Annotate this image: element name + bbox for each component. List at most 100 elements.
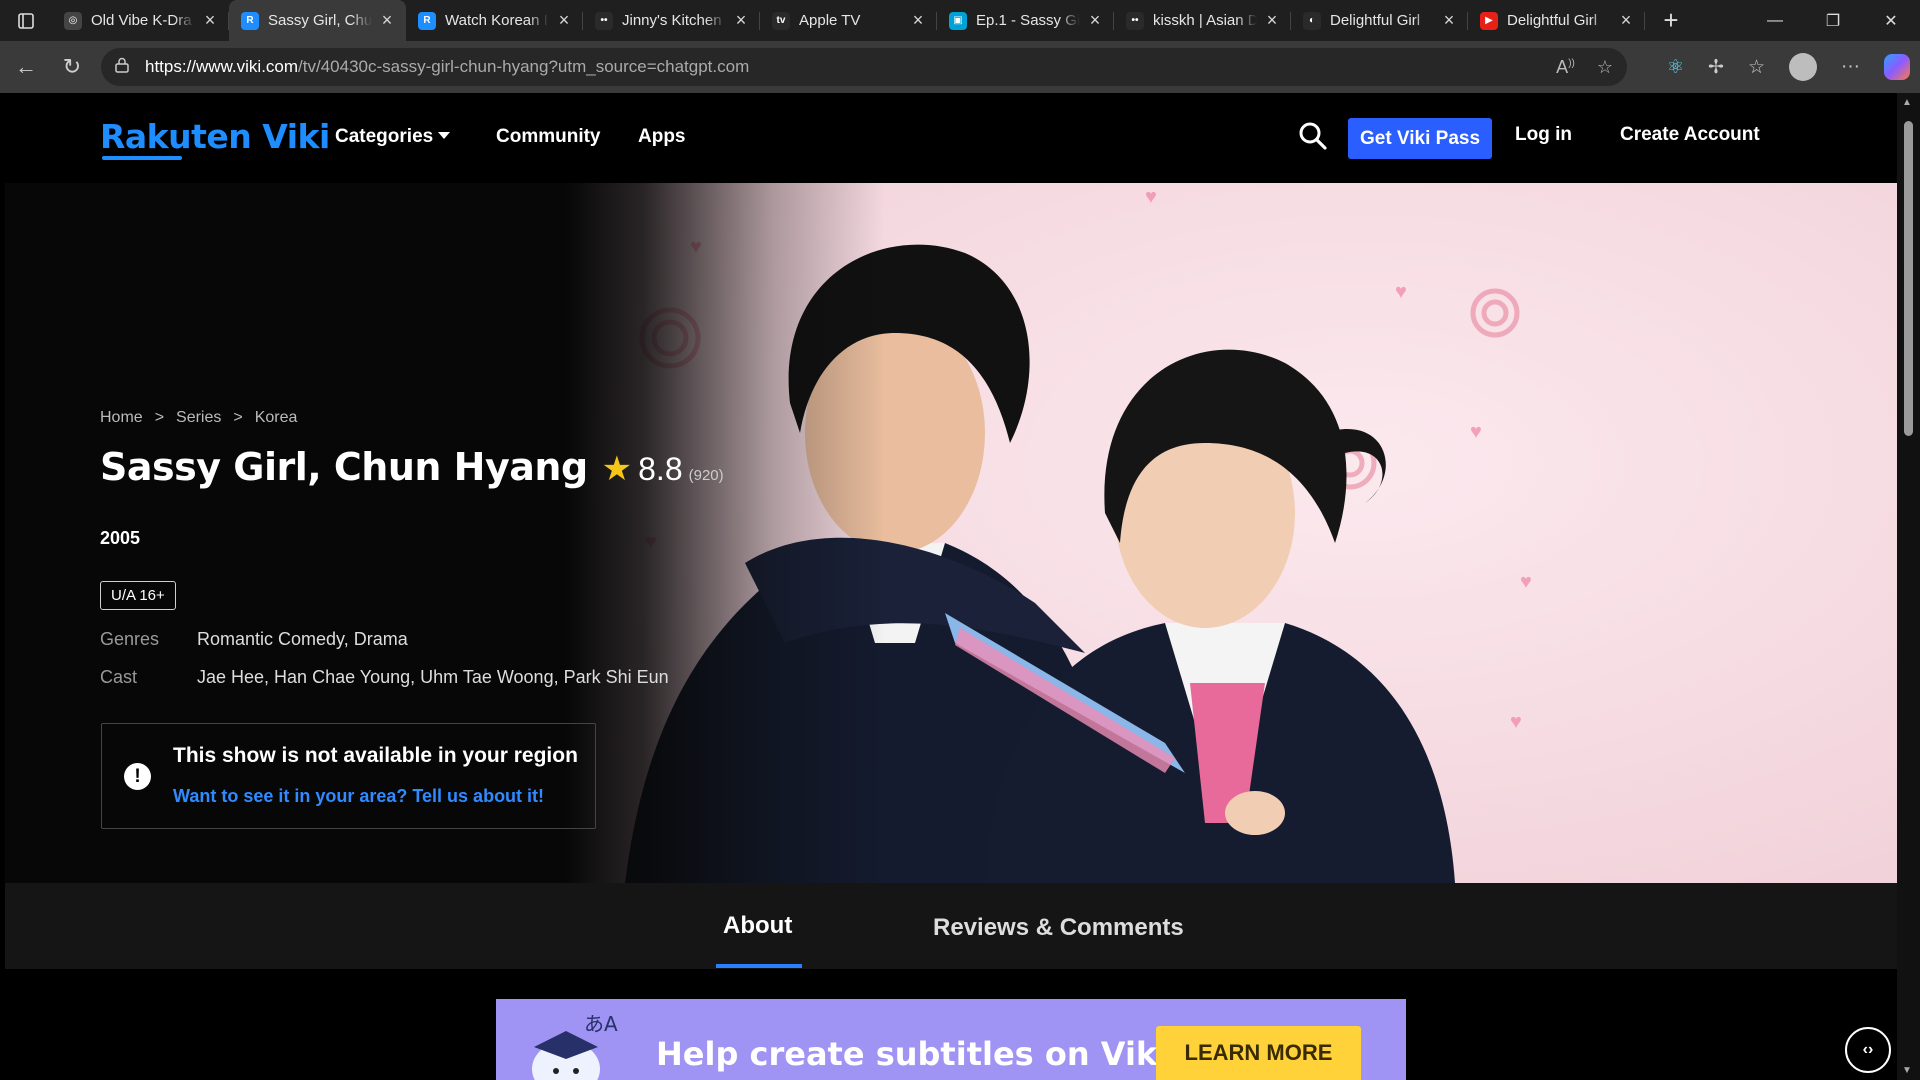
svg-text:♥: ♥ [1470,421,1482,443]
browser-tab[interactable]: ◎ Old Vibe K-Dra × [52,0,229,41]
age-rating-badge: U/A 16+ [100,581,176,610]
new-tab-button[interactable]: + [1651,0,1691,41]
breadcrumb-series[interactable]: Series [176,409,221,427]
scroll-up-arrow-icon[interactable]: ▲ [1902,97,1912,108]
favorite-star-icon[interactable]: ☆ [1597,57,1613,78]
address-bar-icons: A)) ☆ [1556,48,1613,86]
profile-avatar[interactable] [1789,53,1818,81]
code-inspect-icon[interactable]: ‹› [1845,1027,1891,1073]
genres-value: Romantic Comedy, Drama [197,629,408,649]
tab-title: Old Vibe K-Dra [91,12,192,29]
url-path: /tv/40430c-sassy-girl-chun-hyang?utm_sou… [298,57,750,76]
region-notice-title: This show is not available in your regio… [173,744,578,767]
browser-tab[interactable]: R Watch Korean I × [406,0,583,41]
tab-favicon: ▣ [949,11,967,30]
reload-button[interactable]: ↻ [50,47,94,87]
close-tab-icon[interactable]: × [201,10,219,31]
star-icon: ★ [601,450,633,488]
minimize-button[interactable]: — [1746,0,1804,41]
tab-title: Apple TV [799,12,861,29]
subtitle-promo-banner[interactable]: あA Help create subtitles on Viki! LEARN … [496,999,1406,1080]
mascot-translate-icon: あA [532,1012,618,1080]
rating-count: (920) [688,467,724,484]
apps-link[interactable]: Apps [638,126,686,148]
tab-title: Delightful Girl [1507,12,1598,29]
active-tab-indicator [716,964,802,968]
tab-title: Sassy Girl, Chun [268,12,372,29]
scrollbar-thumb[interactable] [1904,121,1913,436]
region-request-link[interactable]: Want to see it in your area? Tell us abo… [173,786,544,807]
svg-text:♥: ♥ [1145,186,1157,208]
tab-title: Watch Korean I [445,12,548,29]
tab-list: ◎ Old Vibe K-Dra × R Sassy Girl, Chun × R Watch… [52,0,1645,41]
tab-title: Ep.1 - Sassy Gi [976,12,1080,29]
hero-gradient-overlay [565,183,885,883]
close-tab-icon[interactable]: × [1086,10,1104,31]
viki-page: Rakuten Viki Categories Community Apps G… [5,93,1897,1080]
logo-text: Rakuten Viki [100,117,330,156]
cast-label: Cast [100,667,138,687]
browser-tab-strip: ◎ Old Vibe K-Dra × R Sassy Girl, Chun × R Watch… [0,0,1920,41]
extensions-puzzle-icon[interactable]: ✢ [1708,56,1724,79]
close-tab-icon[interactable]: × [1263,10,1281,31]
svg-text:♥: ♥ [1520,571,1532,593]
community-link[interactable]: Community [496,126,601,148]
browser-toolbar: ← ↻ https://www.viki.com/tv/40430c-sassy… [0,41,1920,93]
read-aloud-icon[interactable]: A)) [1556,57,1575,78]
create-account-link[interactable]: Create Account [1620,124,1760,146]
more-menu-icon[interactable]: ··· [1841,56,1860,78]
site-header: Rakuten Viki Categories Community Apps G… [5,93,1897,183]
search-icon[interactable] [1298,121,1328,151]
browser-tab[interactable]: ▶ Delightful Girl × [1468,0,1645,41]
alert-icon: ! [124,763,151,790]
caret-down-icon [438,132,451,139]
rakuten-viki-logo[interactable]: Rakuten Viki [100,117,330,160]
window-controls: — ❐ ✕ [1746,0,1920,41]
tab-favicon: ◎ [64,11,82,30]
close-tab-icon[interactable]: × [555,10,573,31]
show-title-row: Sassy Girl, Chun Hyang ★ 8.8 (920) [100,445,724,489]
close-tab-icon[interactable]: × [732,10,750,31]
tab-title: Jinny's Kitchen [622,12,722,29]
release-year: 2005 [100,528,141,548]
login-link[interactable]: Log in [1515,124,1572,146]
show-title: Sassy Girl, Chun Hyang [100,445,588,489]
close-tab-icon[interactable]: × [909,10,927,31]
breadcrumb-korea[interactable]: Korea [255,409,298,427]
get-viki-pass-button[interactable]: Get Viki Pass [1348,118,1492,159]
back-button[interactable]: ← [4,47,48,87]
learn-more-button[interactable]: LEARN MORE [1156,1026,1361,1080]
browser-extensions: ⚛ ✢ ☆ ··· [1667,47,1910,87]
tab-about[interactable]: About [723,912,792,940]
tab-reviews-comments[interactable]: Reviews & Comments [933,914,1184,942]
address-bar[interactable]: https://www.viki.com/tv/40430c-sassy-gir… [101,48,1627,86]
close-tab-icon[interactable]: × [378,10,396,31]
genres-label: Genres [100,629,160,649]
svg-text:♥: ♥ [1395,281,1407,303]
browser-tab[interactable]: tv Apple TV × [760,0,937,41]
region-unavailable-notice: ! This show is not available in your reg… [101,723,596,829]
browser-tab[interactable]: ◐ Delightful Girl × [1291,0,1468,41]
scroll-down-arrow-icon[interactable]: ▼ [1902,1065,1912,1076]
lock-icon [115,57,135,78]
tab-favicon: •• [1126,11,1144,30]
browser-tab[interactable]: •• Jinny's Kitchen × [583,0,760,41]
tab-actions-menu-button[interactable] [0,0,52,41]
close-tab-icon[interactable]: × [1440,10,1458,31]
copilot-icon[interactable] [1884,54,1910,80]
breadcrumb-home[interactable]: Home [100,409,143,427]
close-window-button[interactable]: ✕ [1862,0,1920,41]
close-tab-icon[interactable]: × [1617,10,1635,31]
browser-tab[interactable]: ▣ Ep.1 - Sassy Gi × [937,0,1114,41]
page-scrollbar[interactable]: ▲ ▼ [1897,93,1920,1080]
url-host: https://www.viki.com [145,57,299,76]
react-devtools-icon[interactable]: ⚛ [1667,56,1684,79]
categories-menu[interactable]: Categories [335,126,451,148]
show-hero: ♥ ♥ ♥ ♥ ♥ ♥ ♥ [5,183,1897,883]
browser-tab[interactable]: R Sassy Girl, Chun × [229,0,406,41]
reload-icon: ↻ [62,54,82,79]
tab-separator [1644,12,1645,30]
browser-tab[interactable]: •• kisskh | Asian D × [1114,0,1291,41]
favorites-icon[interactable]: ☆ [1748,56,1765,79]
restore-button[interactable]: ❐ [1804,0,1862,41]
